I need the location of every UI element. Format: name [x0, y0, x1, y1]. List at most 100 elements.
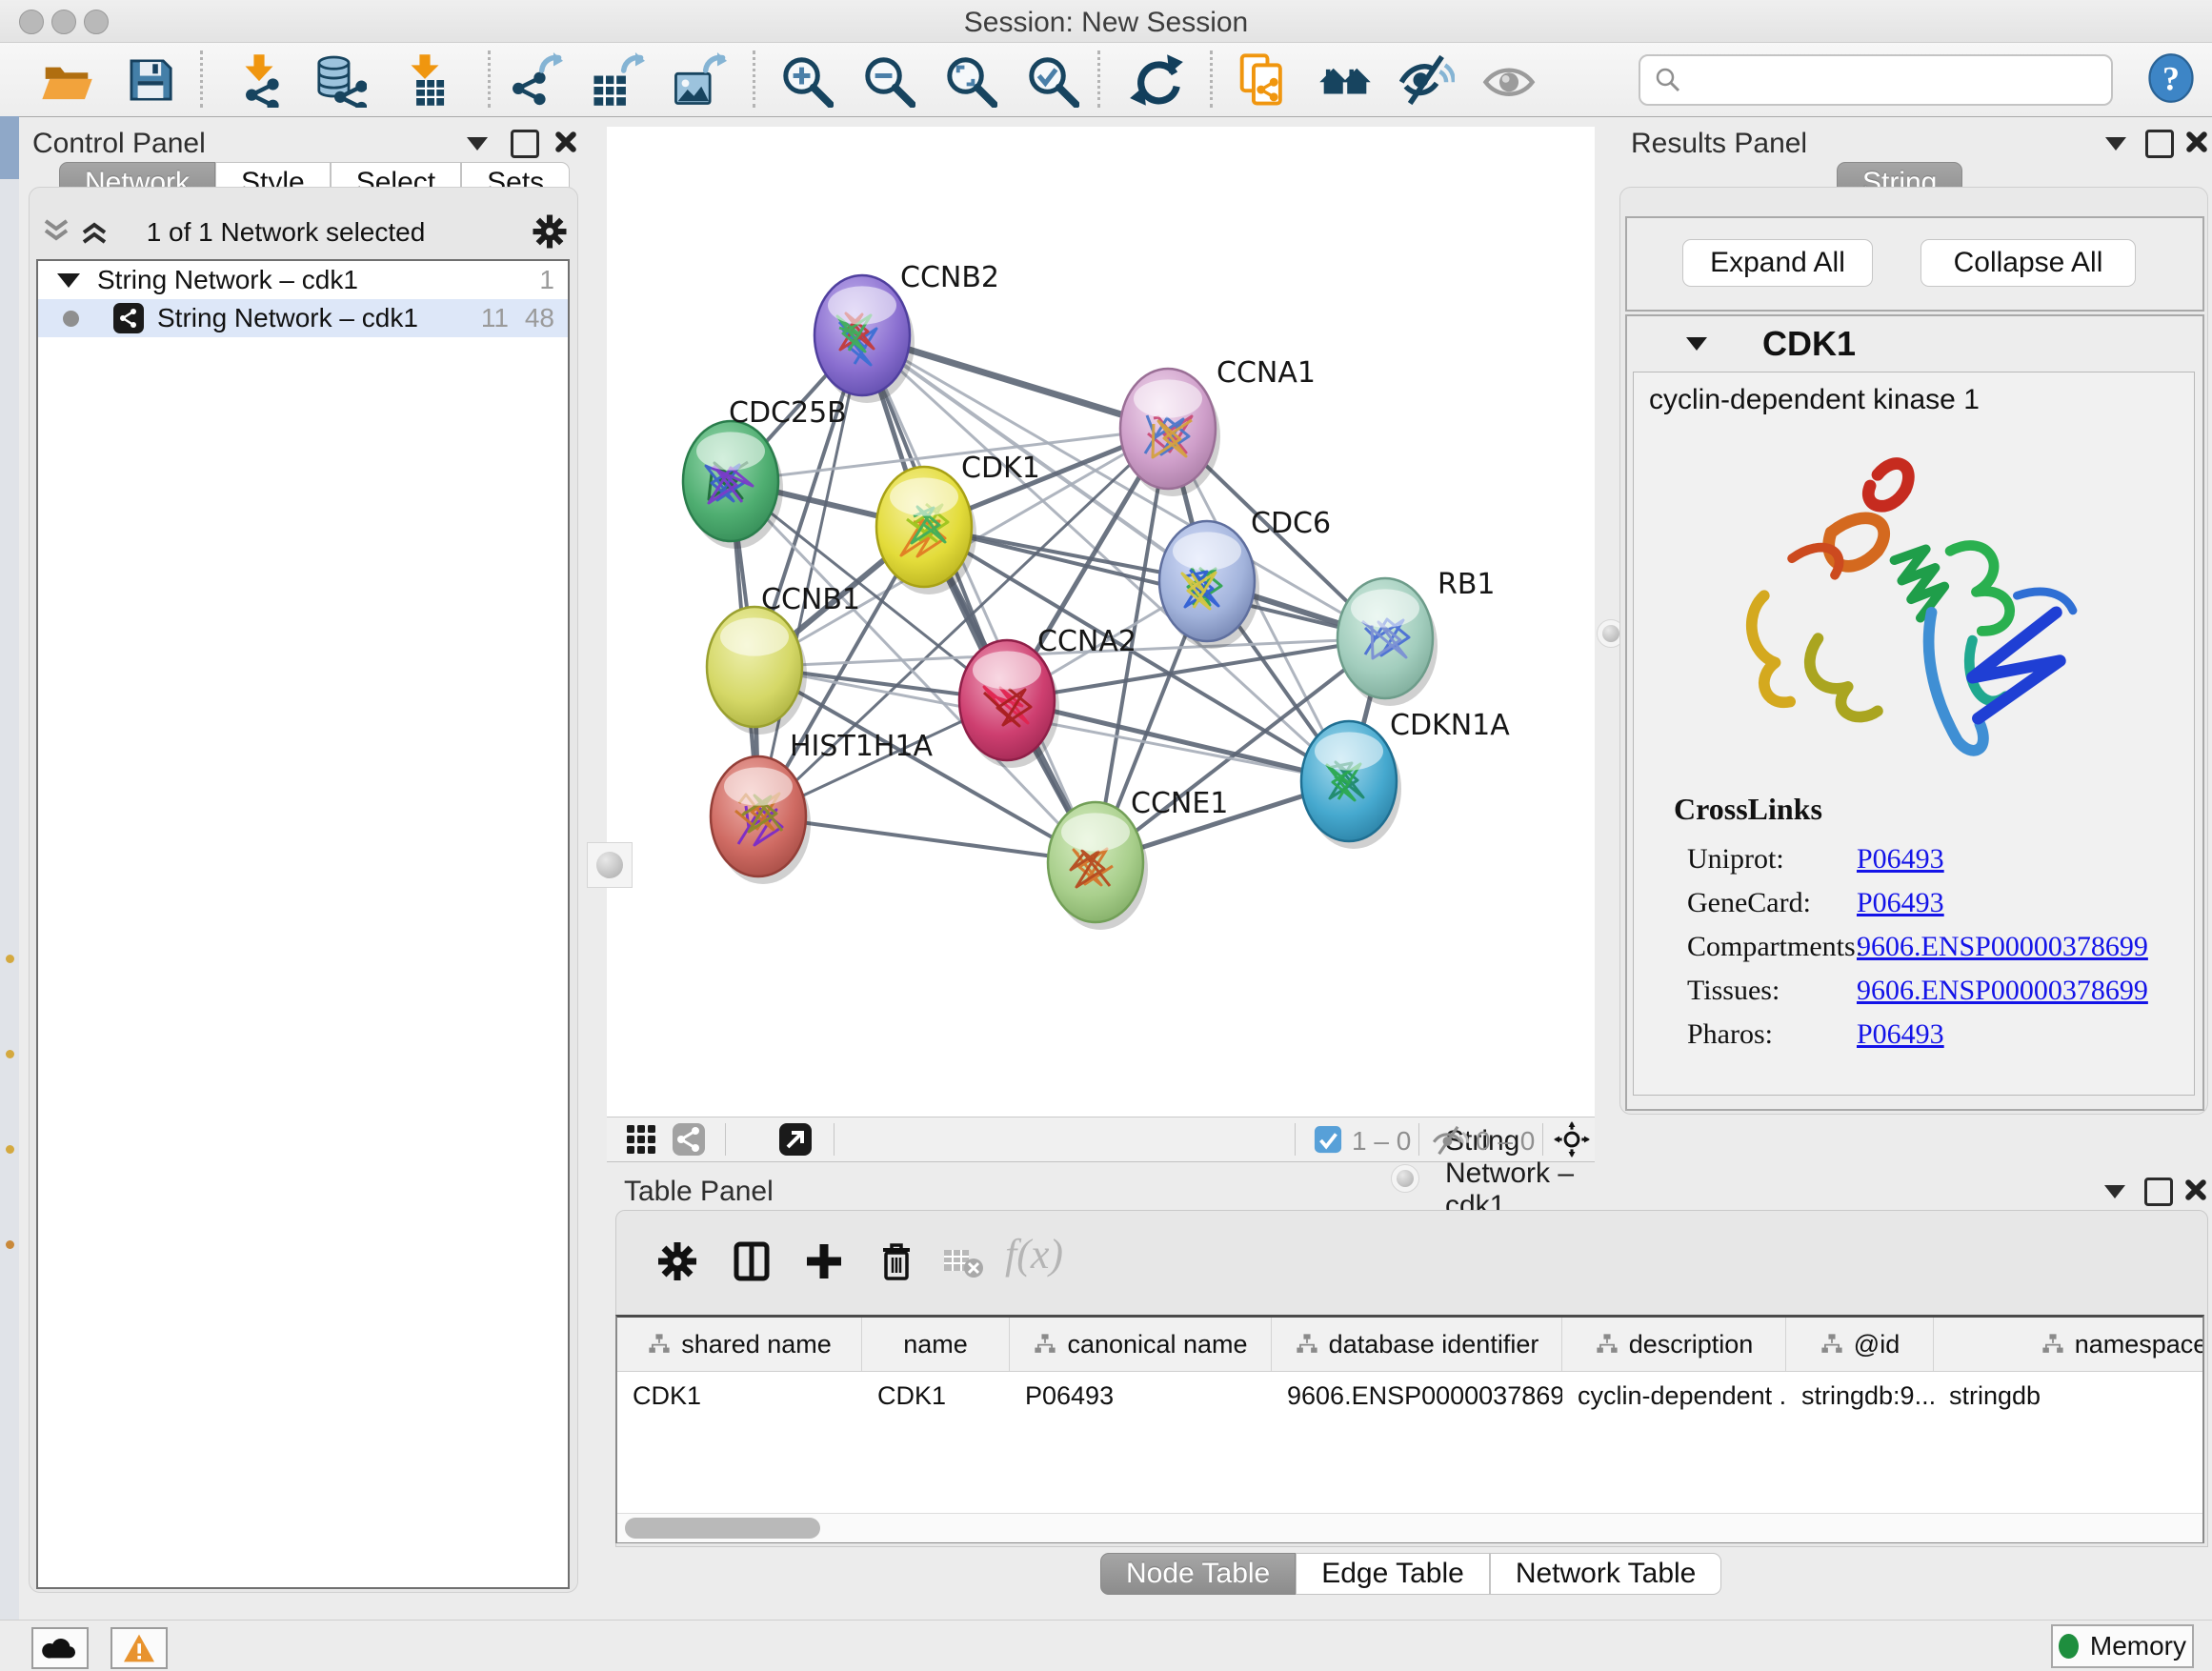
node-CCNA2[interactable]: CCNA2 — [959, 625, 1136, 768]
table-panel-tabs: Node TableEdge TableNetwork Table — [1100, 1553, 1721, 1595]
collapse-all-button[interactable]: Collapse All — [1920, 239, 2136, 287]
zoom-out-button[interactable] — [852, 49, 924, 111]
network-row[interactable]: String Network – cdk1 11 48 — [38, 299, 568, 337]
tab-edge-table[interactable]: Edge Table — [1296, 1553, 1490, 1595]
node-table[interactable]: shared namenamecanonical namedatabase id… — [615, 1315, 2204, 1543]
crosslink-link[interactable]: P06493 — [1857, 1018, 1944, 1051]
crosslink-link[interactable]: P06493 — [1857, 843, 1944, 876]
scrollbar-thumb[interactable] — [625, 1518, 820, 1539]
crosslink-row: Uniprot:P06493 — [1634, 837, 2194, 881]
crosslink-link[interactable]: 9606.ENSP00000378699 — [1857, 931, 2148, 963]
search-input[interactable] — [1682, 60, 2111, 100]
selected-count-checkbox-icon[interactable] — [1314, 1125, 1342, 1154]
node-label-CDC25B: CDC25B — [729, 396, 847, 430]
results-panel-menu-icon[interactable] — [2105, 137, 2126, 151]
control-panel-close-icon[interactable] — [553, 130, 577, 154]
toolbar-separator — [1097, 50, 1100, 108]
table-cell: P06493 — [1010, 1381, 1272, 1411]
gene-details: cyclin-dependent kinase 1 CrossLinks Uni… — [1633, 372, 2195, 1096]
open-in-browser-icon[interactable] — [776, 1122, 814, 1157]
expand-all-button[interactable]: Expand All — [1682, 239, 1873, 287]
tab-network-table[interactable]: Network Table — [1490, 1553, 1722, 1595]
refresh-button[interactable] — [1120, 49, 1193, 111]
cloud-status-button[interactable] — [31, 1627, 89, 1669]
show-columns-icon[interactable] — [723, 1234, 780, 1291]
table-horizontal-scrollbar[interactable] — [617, 1513, 2202, 1542]
table-panel-float-icon[interactable] — [2144, 1178, 2173, 1206]
memory-status-dot — [2059, 1634, 2079, 1659]
titlebar: Session: New Session — [0, 0, 2212, 43]
column-header-name[interactable]: name — [862, 1318, 1010, 1371]
first-neighbors-button[interactable] — [1309, 49, 1381, 111]
hidden-nodes-edges-count: 0 – 0 — [1476, 1126, 1535, 1157]
node-CCNB2[interactable]: CCNB2 — [814, 261, 999, 403]
left-splitter-handle[interactable] — [587, 842, 633, 888]
zoom-in-button[interactable] — [770, 49, 842, 111]
export-network-button[interactable] — [499, 49, 572, 111]
first-neighbors-icon — [1317, 52, 1373, 108]
node-CDKN1A[interactable]: CDKN1A — [1301, 709, 1510, 849]
import-table-button[interactable] — [389, 49, 461, 111]
cloud-icon — [42, 1635, 78, 1661]
node-RB1[interactable]: RB1 — [1337, 568, 1496, 706]
node-label-CCNB1: CCNB1 — [761, 583, 860, 616]
open-session-icon — [39, 52, 94, 108]
save-session-button[interactable] — [114, 49, 187, 111]
control-panel-menu-icon[interactable] — [467, 137, 488, 151]
crosslink-link[interactable]: P06493 — [1857, 887, 1944, 919]
import-network-button[interactable] — [223, 49, 295, 111]
column-header-description[interactable]: description — [1562, 1318, 1786, 1371]
network-canvas[interactable]: CCNB2CCNA1CDC25BCDK1CDC6RB1CCNB1CCNA2CDK… — [607, 127, 1595, 1117]
column-header--id[interactable]: @id — [1786, 1318, 1934, 1371]
node-CCNB1[interactable]: CCNB1 — [707, 583, 860, 735]
gene-section-collapse-icon[interactable] — [1686, 337, 1707, 351]
column-source-icon — [647, 1332, 672, 1357]
tab-node-table[interactable]: Node Table — [1100, 1553, 1296, 1595]
search-box — [1639, 54, 2113, 106]
node-HIST1H1A[interactable]: HIST1H1A — [711, 730, 934, 884]
duplicate-network-icon — [1236, 52, 1291, 108]
crosslink-link[interactable]: 9606.ENSP00000378699 — [1857, 975, 2148, 1007]
collapse-all-networks-icon[interactable] — [40, 217, 72, 246]
zoom-fit-button[interactable] — [934, 49, 1006, 111]
help-button[interactable]: ? — [2145, 52, 2197, 104]
table-panel-menu-icon[interactable] — [2104, 1185, 2125, 1198]
collection-count: 1 — [539, 265, 554, 295]
crosslink-row: Pharos:P06493 — [1634, 1013, 2194, 1057]
open-session-button[interactable] — [30, 49, 103, 111]
export-table-button[interactable] — [581, 49, 654, 111]
birdseye-grid-icon[interactable] — [622, 1122, 660, 1157]
delete-column-icon[interactable] — [868, 1234, 925, 1291]
show-hide-panels-button[interactable] — [1391, 49, 1463, 111]
node-CCNE1[interactable]: CCNE1 — [1048, 787, 1228, 930]
table-cell: cyclin-dependent ... — [1562, 1381, 1786, 1411]
column-header-canonical-name[interactable]: canonical name — [1010, 1318, 1272, 1371]
network-options-gear-icon[interactable] — [530, 211, 570, 252]
create-column-icon[interactable] — [795, 1234, 853, 1291]
column-header-shared-name[interactable]: shared name — [617, 1318, 862, 1371]
node-CDC6[interactable]: CDC6 — [1159, 507, 1331, 649]
results-panel-close-icon[interactable] — [2183, 130, 2208, 154]
table-panel-close-icon[interactable] — [2182, 1178, 2207, 1202]
import-database-button[interactable] — [303, 49, 375, 111]
results-panel-float-icon[interactable] — [2145, 130, 2174, 158]
string-style-icon[interactable] — [670, 1122, 708, 1157]
edge-CCNB2-CCNE1 — [862, 335, 1096, 862]
collection-collapse-icon[interactable] — [57, 273, 80, 288]
crosslink-label: Tissues: — [1634, 975, 1857, 1007]
warnings-button[interactable] — [111, 1627, 168, 1669]
memory-button[interactable]: Memory — [2051, 1624, 2194, 1668]
control-panel-float-icon[interactable] — [511, 130, 539, 158]
network-collection-row[interactable]: String Network – cdk1 1 — [38, 261, 568, 299]
export-image-button[interactable] — [663, 49, 735, 111]
table-options-gear-icon[interactable] — [649, 1234, 706, 1291]
import-database-icon — [312, 52, 367, 108]
export-table-icon — [590, 52, 645, 108]
zoom-selected-button[interactable] — [1016, 49, 1088, 111]
column-header-namespace[interactable]: namespace — [1934, 1318, 2202, 1371]
expand-all-networks-icon[interactable] — [78, 217, 111, 246]
table-row[interactable]: CDK1CDK1P064939606.ENSP00000378699cyclin… — [617, 1372, 2202, 1419]
column-header-database-identifier[interactable]: database identifier — [1272, 1318, 1562, 1371]
duplicate-network-button[interactable] — [1227, 49, 1299, 111]
fit-selection-crosshair-icon[interactable] — [1554, 1121, 1590, 1158]
